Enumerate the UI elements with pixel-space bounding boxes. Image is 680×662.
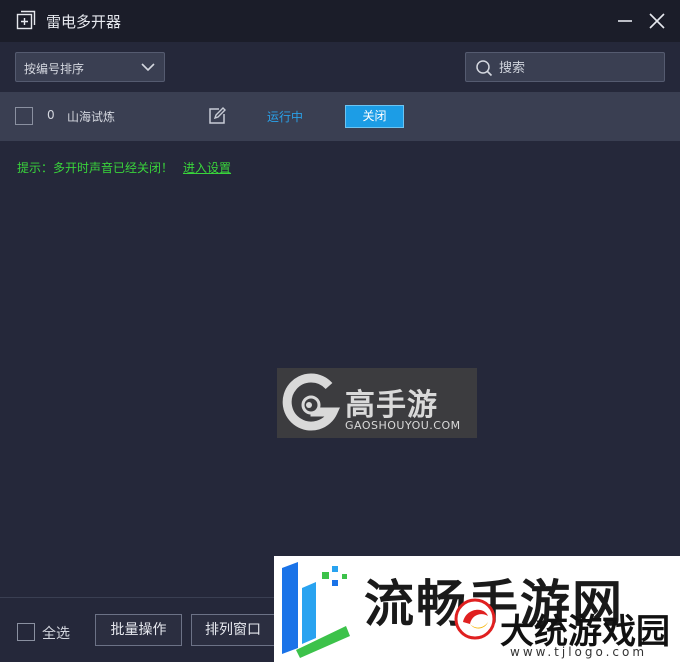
instance-row: 0 山海试炼 运行中 关闭 bbox=[0, 92, 680, 141]
instance-status: 运行中 bbox=[267, 110, 304, 124]
watermark-corner-url: www.tjlogo.com bbox=[510, 645, 648, 659]
chevron-down-icon bbox=[141, 63, 155, 72]
select-all-checkbox[interactable] bbox=[17, 623, 35, 641]
toolbar: 按编号排序 bbox=[0, 42, 680, 92]
watermark-gaoshouyou: 高手游 GAOSHOUYOU.COM bbox=[277, 368, 477, 438]
edit-icon[interactable] bbox=[207, 106, 227, 126]
minimize-icon[interactable] bbox=[614, 10, 636, 32]
select-all-label: 全选 bbox=[42, 626, 70, 642]
tip-text: 提示：多开时声音已经关闭！ bbox=[17, 161, 174, 175]
title-bar: 雷电多开器 bbox=[0, 0, 680, 42]
sound-tip: 提示：多开时声音已经关闭！ 进入设置 bbox=[17, 159, 231, 176]
window-title: 雷电多开器 bbox=[46, 13, 122, 31]
liuchang-logo-icon bbox=[282, 562, 350, 658]
batch-operation-button[interactable]: 批量操作 bbox=[95, 614, 182, 646]
row-checkbox[interactable] bbox=[15, 107, 33, 125]
close-icon[interactable] bbox=[646, 10, 668, 32]
instance-name: 山海试炼 bbox=[67, 110, 116, 124]
arrange-windows-button[interactable]: 排列窗口 bbox=[191, 614, 275, 646]
settings-link[interactable]: 进入设置 bbox=[183, 161, 231, 175]
add-window-icon bbox=[16, 10, 36, 30]
search-input[interactable] bbox=[499, 57, 659, 79]
watermark-corner: 流畅手游网 大统游戏园 www.tjlogo.com bbox=[274, 556, 680, 662]
close-instance-button[interactable]: 关闭 bbox=[345, 105, 404, 128]
sort-dropdown-label: 按编号排序 bbox=[24, 62, 85, 76]
search-icon bbox=[476, 60, 493, 77]
watermark-center-cn: 高手游 bbox=[345, 388, 438, 423]
brand-badge-icon bbox=[454, 598, 496, 640]
instance-index: 0 bbox=[47, 108, 55, 122]
sort-dropdown[interactable]: 按编号排序 bbox=[15, 52, 165, 82]
search-box[interactable] bbox=[465, 52, 665, 82]
gaoshouyou-logo-icon bbox=[282, 373, 341, 431]
watermark-center-en: GAOSHOUYOU.COM bbox=[345, 419, 461, 432]
